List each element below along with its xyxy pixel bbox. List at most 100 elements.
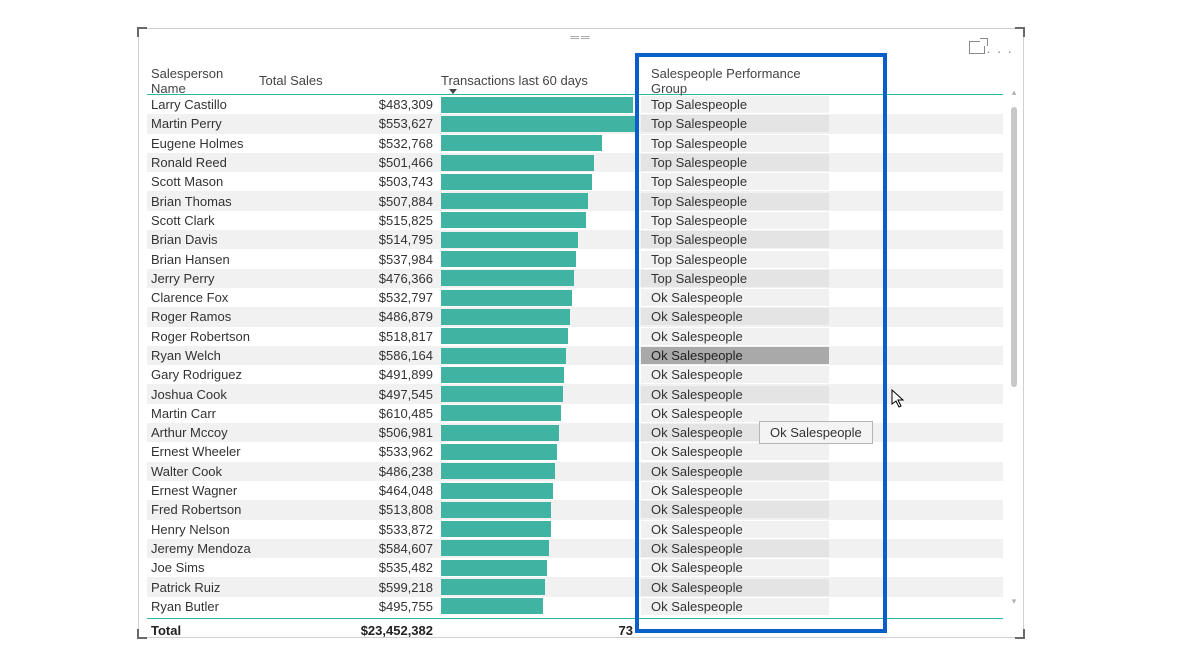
- resize-handle-tl[interactable]: [137, 27, 147, 37]
- cell-name: Martin Carr: [147, 406, 327, 421]
- cell-name: Ryan Welch: [147, 348, 327, 363]
- table-row[interactable]: Scott Clark$515,825Top Salespeople: [147, 211, 1003, 230]
- table-row[interactable]: Eugene Holmes$532,768Top Salespeople: [147, 134, 1003, 153]
- cell-group: Ok Salespeople: [641, 579, 829, 596]
- cell-name: Ryan Butler: [147, 599, 327, 614]
- table-row[interactable]: Walter Cook$486,238Ok Salespeople: [147, 462, 1003, 481]
- table-row[interactable]: Roger Robertson$518,817Ok Salespeople: [147, 327, 1003, 346]
- cell-transactions-bar: [441, 366, 637, 383]
- cell-transactions-bar: [441, 482, 637, 499]
- cell-group: Ok Salespeople: [641, 521, 829, 538]
- cell-transactions-bar: [441, 540, 637, 557]
- sort-descending-icon: [449, 89, 457, 94]
- cell-sales: $533,872: [327, 522, 441, 537]
- table-row[interactable]: Ernest Wagner$464,048Ok Salespeople: [147, 481, 1003, 500]
- drag-handle-icon[interactable]: ══: [570, 35, 591, 39]
- cell-sales: $464,048: [327, 483, 441, 498]
- table-row[interactable]: Martin Carr$610,485Ok Salespeople: [147, 404, 1003, 423]
- tooltip: Ok Salespeople: [759, 421, 873, 444]
- table-row[interactable]: Scott Mason$503,743Top Salespeople: [147, 172, 1003, 191]
- cell-name: Clarence Fox: [147, 290, 327, 305]
- scroll-thumb[interactable]: [1011, 107, 1017, 387]
- cell-transactions-bar: [441, 386, 637, 403]
- cell-name: Roger Robertson: [147, 329, 327, 344]
- cell-group: Top Salespeople: [641, 212, 829, 229]
- cell-group: Top Salespeople: [641, 115, 829, 132]
- scroll-down-icon[interactable]: ▾: [1009, 596, 1019, 607]
- cell-sales: $476,366: [327, 271, 441, 286]
- cell-group: Top Salespeople: [641, 251, 829, 268]
- table-row[interactable]: Martin Perry$553,627Top Salespeople: [147, 114, 1003, 133]
- header-total-sales[interactable]: Total Sales: [259, 73, 441, 88]
- resize-handle-bl[interactable]: [137, 629, 147, 639]
- cell-transactions-bar: [441, 521, 637, 538]
- table-row[interactable]: Patrick Ruiz$599,218 Ok Salespeople: [147, 577, 1003, 596]
- cell-name: Patrick Ruiz: [147, 580, 327, 595]
- table-row[interactable]: Jerry Perry$476,366Top Salespeople: [147, 269, 1003, 288]
- cell-sales: $586,164: [327, 348, 441, 363]
- cell-sales: $491,899: [327, 367, 441, 382]
- cell-name: Joshua Cook: [147, 387, 327, 402]
- cell-name: Brian Davis: [147, 232, 327, 247]
- total-row: Total $23,452,382 73: [147, 618, 1003, 642]
- cell-name: Gary Rodriguez: [147, 367, 327, 382]
- header-performance-group[interactable]: Salespeople Performance Group: [641, 66, 831, 96]
- table-row[interactable]: Jeremy Mendoza$584,607Ok Salespeople: [147, 539, 1003, 558]
- cell-sales: $514,795: [327, 232, 441, 247]
- more-options-icon[interactable]: · · ·: [986, 43, 1013, 59]
- table-header[interactable]: Salesperson Name Total Sales Transaction…: [147, 67, 1003, 95]
- cursor-icon: [891, 389, 907, 409]
- cell-group: Top Salespeople: [641, 193, 829, 210]
- table-row[interactable]: Larry Castillo$483,309Top Salespeople: [147, 95, 1003, 114]
- table-row[interactable]: Gary Rodriguez$491,899Ok Salespeople: [147, 365, 1003, 384]
- scroll-up-icon[interactable]: ▴: [1009, 87, 1019, 98]
- cell-group: Top Salespeople: [641, 231, 829, 248]
- table-row[interactable]: Arthur Mccoy$506,981Ok Salespeople: [147, 423, 1003, 442]
- cell-transactions-bar: [441, 135, 637, 152]
- table-row[interactable]: Ryan Butler$495,755Ok Salespeople: [147, 597, 1003, 616]
- resize-handle-br[interactable]: [1015, 629, 1025, 639]
- cell-group: Ok Salespeople: [641, 540, 829, 557]
- table-row[interactable]: Brian Thomas$507,884Top Salespeople: [147, 191, 1003, 210]
- cell-name: Eugene Holmes: [147, 136, 327, 151]
- table: Salesperson Name Total Sales Transaction…: [147, 67, 1003, 633]
- table-row[interactable]: Ernest Wheeler$533,962Ok Salespeople: [147, 442, 1003, 461]
- table-row[interactable]: Joe Sims$535,482Ok Salespeople: [147, 558, 1003, 577]
- table-row[interactable]: Ronald Reed$501,466Top Salespeople: [147, 153, 1003, 172]
- table-row[interactable]: Brian Hansen$537,984Top Salespeople: [147, 249, 1003, 268]
- table-row[interactable]: Roger Ramos$486,879Ok Salespeople: [147, 307, 1003, 326]
- header-salesperson-name[interactable]: Salesperson Name: [147, 66, 259, 96]
- cell-sales: $532,797: [327, 290, 441, 305]
- cell-sales: $495,755: [327, 599, 441, 614]
- cell-name: Fred Robertson: [147, 502, 327, 517]
- table-row[interactable]: Brian Davis$514,795 Top Salespeople: [147, 230, 1003, 249]
- cell-name: Ernest Wagner: [147, 483, 327, 498]
- cell-group: Ok Salespeople: [641, 347, 829, 364]
- cell-sales: $515,825: [327, 213, 441, 228]
- focus-mode-icon[interactable]: [969, 41, 985, 54]
- cell-sales: $599,218: [327, 580, 441, 595]
- cell-name: Walter Cook: [147, 464, 327, 479]
- cell-sales: $533,962: [327, 444, 441, 459]
- cell-group: Top Salespeople: [641, 173, 829, 190]
- scrollbar[interactable]: ▴ ▾: [1009, 87, 1019, 607]
- table-row[interactable]: Fred Robertson$513,808Ok Salespeople: [147, 500, 1003, 519]
- cell-transactions-bar: [441, 154, 637, 171]
- cell-transactions-bar: [441, 328, 637, 345]
- cell-transactions-bar: [441, 579, 637, 596]
- table-row[interactable]: Henry Nelson$533,872 Ok Salespeople: [147, 520, 1003, 539]
- cell-transactions-bar: [441, 96, 637, 113]
- cell-transactions-bar: [441, 424, 637, 441]
- cell-name: Henry Nelson: [147, 522, 327, 537]
- visual-container[interactable]: ══ · · · ▴ ▾ Salesperson Name Total Sale…: [138, 28, 1024, 638]
- resize-handle-tr[interactable]: [1015, 27, 1025, 37]
- cell-transactions-bar: [441, 289, 637, 306]
- cell-transactions-bar: [441, 405, 637, 422]
- cell-name: Jerry Perry: [147, 271, 327, 286]
- table-row[interactable]: Ryan Welch$586,164 Ok Salespeople: [147, 346, 1003, 365]
- header-transactions[interactable]: Transactions last 60 days: [441, 73, 641, 88]
- cell-transactions-bar: [441, 308, 637, 325]
- table-row[interactable]: Joshua Cook$497,545Ok Salespeople: [147, 384, 1003, 403]
- cell-name: Ronald Reed: [147, 155, 327, 170]
- table-row[interactable]: Clarence Fox$532,797Ok Salespeople: [147, 288, 1003, 307]
